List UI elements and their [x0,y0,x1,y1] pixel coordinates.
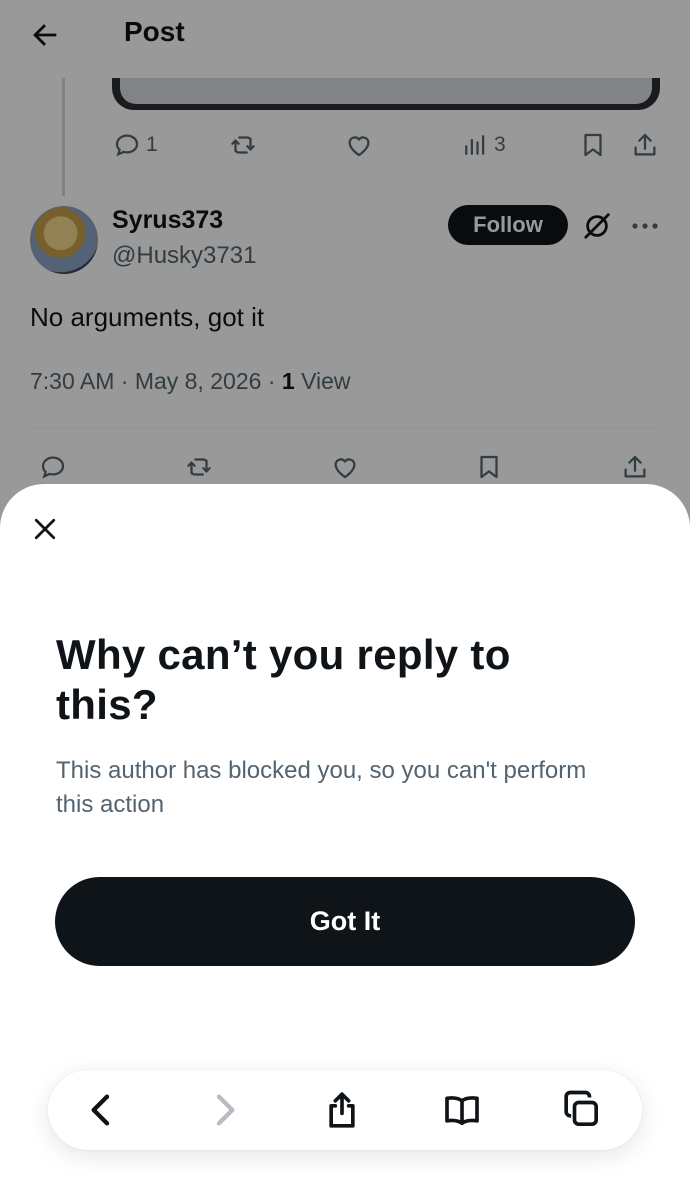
sheet-title: Why can’t you reply to this? [56,631,511,728]
share-icon[interactable] [322,1090,362,1130]
browser-toolbar [48,1070,642,1150]
close-icon[interactable] [30,514,60,544]
sheet-body: This author has blocked you, so you can'… [56,757,587,818]
tabs-icon[interactable] [562,1090,602,1130]
bottom-sheet: Why can’t you reply to this? This author… [0,484,690,1200]
got-it-button[interactable]: Got It [55,877,635,966]
forward-icon[interactable] [204,1090,244,1130]
bookmarks-icon[interactable] [442,1090,482,1130]
back-icon[interactable] [82,1090,122,1130]
